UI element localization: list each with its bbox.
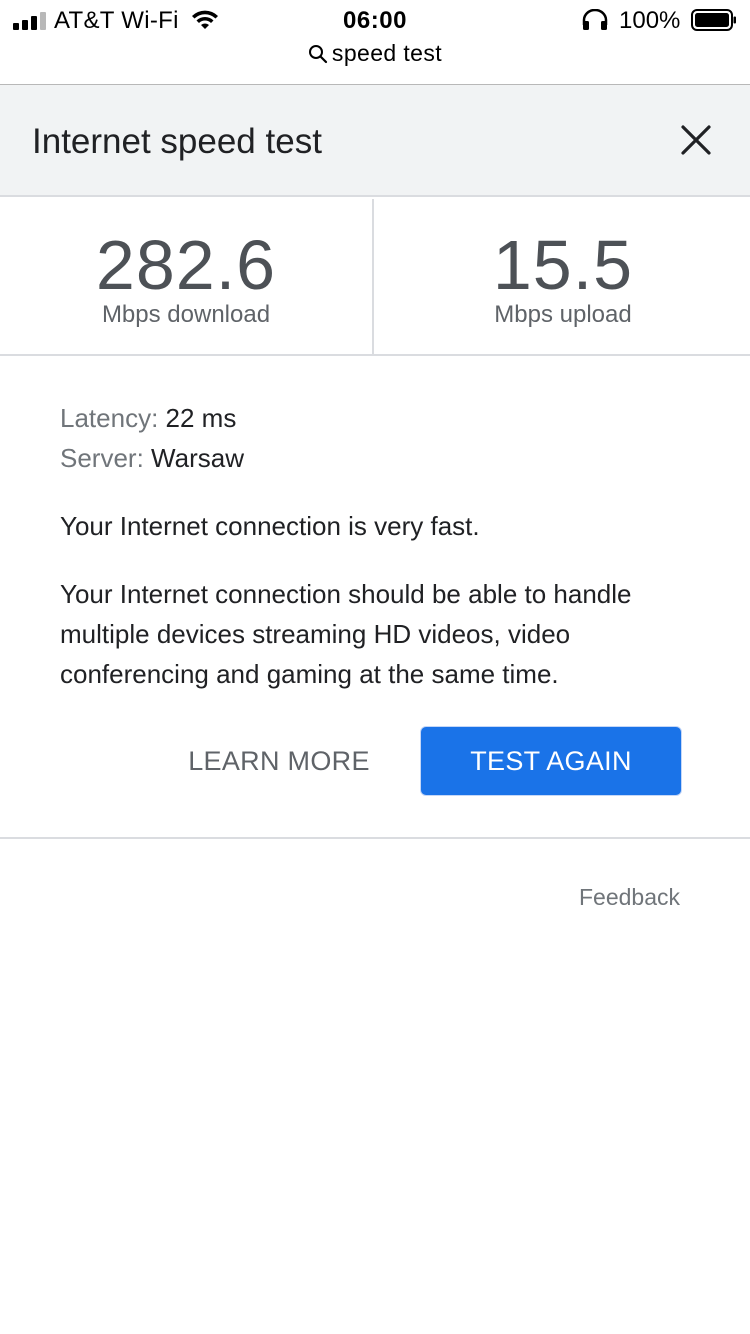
speed-results: 282.6 Mbps download 15.5 Mbps upload: [0, 199, 750, 356]
download-unit: Mbps download: [101, 301, 271, 328]
speed-description: Your Internet connection should be able …: [60, 579, 632, 689]
search-icon: [308, 44, 328, 63]
learn-more-button[interactable]: LEARN MORE: [172, 726, 386, 796]
server-row: Server: Warsaw: [60, 438, 700, 478]
search-query: speed test: [331, 40, 443, 66]
upload-result: 15.5 Mbps upload: [376, 199, 750, 354]
url-bar[interactable]: speed test: [0, 40, 750, 70]
connection-info: Latency: 22 ms Server: Warsaw: [60, 398, 700, 478]
feedback-link[interactable]: Feedback: [579, 884, 680, 911]
close-icon[interactable]: [674, 118, 718, 162]
divider: [0, 837, 750, 839]
upload-speed: 15.5: [492, 226, 634, 304]
page-title: Internet speed test: [32, 122, 322, 161]
card-header: Internet speed test: [0, 85, 750, 197]
upload-unit: Mbps upload: [494, 301, 632, 328]
test-again-button[interactable]: TEST AGAIN: [420, 726, 682, 796]
status-bar: AT&T Wi-Fi 06:00 100%: [0, 0, 750, 40]
latency-label: Latency:: [60, 403, 159, 433]
battery-percentage: 100%: [619, 7, 681, 34]
server-value: Warsaw: [151, 443, 244, 473]
battery-icon: [691, 9, 736, 31]
download-result: 282.6 Mbps download: [0, 199, 374, 354]
latency-value: 22 ms: [165, 403, 237, 433]
latency-row: Latency: 22 ms: [60, 398, 700, 438]
server-label: Server:: [60, 443, 144, 473]
download-speed: 282.6: [95, 226, 277, 304]
headphones-icon: [582, 9, 608, 30]
speed-verdict: Your Internet connection is very fast.: [60, 511, 480, 541]
